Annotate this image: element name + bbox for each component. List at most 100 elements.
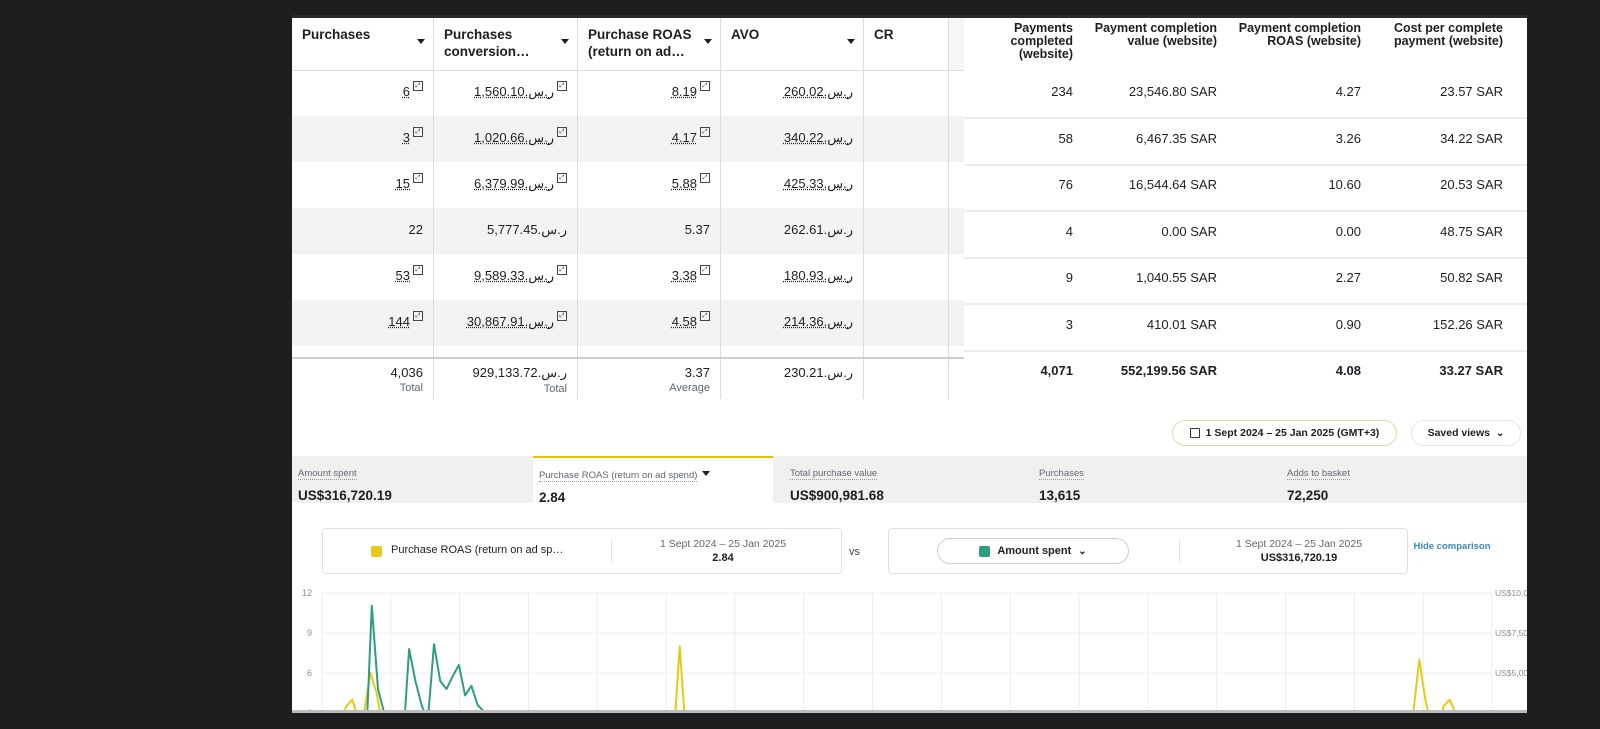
cell-avo: 214.36.ر.س bbox=[721, 300, 864, 346]
drilldown-icon[interactable]: ⤢ bbox=[700, 81, 710, 91]
cell-purchases: 3 ⤢ bbox=[292, 116, 434, 162]
sort-caret-icon[interactable] bbox=[417, 39, 425, 44]
header-payment-completion-value[interactable]: Payment completion value (website) bbox=[1087, 22, 1217, 48]
drilldown-icon[interactable]: ⤢ bbox=[700, 173, 710, 183]
metric-value: US$900,981.68 bbox=[790, 488, 884, 503]
table-row[interactable]: 15 ⤢ 6,379.99.ر.س ⤢ 5.88 ⤢ 425.33.ر.س bbox=[292, 162, 964, 208]
cell-value[interactable]: 8.19 bbox=[672, 84, 697, 99]
metric-total-purchase-value[interactable]: Total purchase value US$900,981.68 bbox=[784, 456, 1024, 503]
cell-value[interactable]: 15 bbox=[396, 176, 410, 191]
cell-value: 2.27 bbox=[1335, 270, 1361, 285]
cell-value: 0.90 bbox=[1335, 316, 1361, 332]
table-row[interactable]: 9 1,040.55 SAR 2.27 50.82 SAR bbox=[964, 256, 1527, 305]
table-row[interactable]: 4 0.00 SAR 0.00 48.75 SAR bbox=[964, 210, 1527, 259]
cell-value[interactable]: 260.02.ر.س bbox=[784, 84, 853, 99]
table-row[interactable]: 76 16,544.64 SAR 10.60 20.53 SAR bbox=[964, 163, 1527, 212]
drilldown-icon[interactable]: ⤢ bbox=[700, 265, 710, 275]
header-payments-completed[interactable]: Payments completed (website) bbox=[978, 22, 1073, 61]
cell-value[interactable]: 1,020.66.ر.س bbox=[474, 130, 554, 145]
drilldown-icon[interactable]: ⤢ bbox=[557, 81, 567, 91]
drilldown-icon[interactable]: ⤢ bbox=[700, 311, 710, 321]
cell-value[interactable]: 6,379.99.ر.س bbox=[474, 176, 554, 191]
right-axis-tick: US$7,500.0 bbox=[1495, 628, 1527, 638]
cell-value: 23,546.80 SAR bbox=[1128, 84, 1217, 99]
saved-views-button[interactable]: Saved views ⌄ bbox=[1411, 420, 1521, 446]
hide-comparison-link[interactable]: Hide comparison bbox=[1412, 542, 1492, 552]
metric-value: 13,615 bbox=[1039, 488, 1081, 503]
header-payment-completion-roas[interactable]: Payment completion ROAS (website) bbox=[1231, 22, 1361, 48]
drilldown-icon[interactable]: ⤢ bbox=[413, 81, 423, 91]
metric-adds-to-basket[interactable]: Adds to basket 72,250 bbox=[1281, 456, 1521, 503]
table-row[interactable]: 6 ⤢ 1,560.10.ر.س ⤢ 8.19 ⤢ 260.02.ر.س bbox=[292, 70, 964, 116]
table-row[interactable]: 144 ⤢ 30,867.91.ر.س ⤢ 4.58 ⤢ 214.36.ر.س bbox=[292, 300, 964, 346]
table-row[interactable]: 3 410.01 SAR 0.90 152.26 SAR bbox=[964, 303, 1527, 352]
metric-label: Adds to basket bbox=[1287, 468, 1350, 480]
cell-value[interactable]: 180.93.ر.س bbox=[784, 268, 853, 283]
cell-value[interactable]: 425.33.ر.س bbox=[784, 176, 853, 191]
drilldown-icon[interactable]: ⤢ bbox=[413, 173, 423, 183]
cell-value[interactable]: 53 bbox=[396, 268, 410, 283]
sort-caret-icon[interactable] bbox=[704, 39, 712, 44]
chevron-down-icon: ⌄ bbox=[1078, 545, 1087, 557]
totals-row: 4,071 552,199.56 SAR 4.08 33.27 SAR bbox=[964, 349, 1527, 396]
metrics-strip: Amount spent US$316,720.19 Purchase ROAS… bbox=[292, 456, 1527, 505]
drilldown-icon[interactable]: ⤢ bbox=[557, 311, 567, 321]
drilldown-icon[interactable]: ⤢ bbox=[557, 127, 567, 137]
cell-value[interactable]: 3.38 bbox=[672, 268, 697, 283]
comparison-left-period: 1 Sept 2024 – 25 Jan 2025 2.84 bbox=[653, 538, 793, 564]
metric-purchase-roas[interactable]: Purchase ROAS (return on ad spend) 2.84 bbox=[533, 456, 773, 505]
cell-value[interactable]: 5.88 bbox=[672, 176, 697, 191]
drilldown-icon[interactable]: ⤢ bbox=[413, 265, 423, 275]
table-row[interactable]: 22 5,777.45.ر.س 5.37 262.61.ر.س bbox=[292, 208, 964, 254]
column-label: CR bbox=[874, 27, 894, 42]
metric-label: Purchase ROAS (return on ad spend) bbox=[539, 470, 698, 482]
cell-value: 4.08 bbox=[1335, 363, 1361, 378]
drilldown-icon[interactable]: ⤢ bbox=[413, 311, 423, 321]
amount-spent-selector[interactable]: Amount spent ⌄ bbox=[937, 538, 1129, 564]
dropdown-caret-icon[interactable] bbox=[702, 471, 711, 477]
drilldown-icon[interactable]: ⤢ bbox=[700, 127, 710, 137]
cell-value[interactable]: 1,560.10.ر.س bbox=[474, 84, 554, 99]
cell-value[interactable]: 340.22.ر.س bbox=[784, 130, 853, 145]
cell-value[interactable]: 4.17 bbox=[672, 130, 697, 145]
cell-value[interactable]: 6 bbox=[403, 84, 410, 99]
selector-label: Amount spent bbox=[997, 545, 1072, 557]
cell-value[interactable]: 144 bbox=[388, 314, 410, 329]
cell-purchases: 144 ⤢ bbox=[292, 300, 434, 346]
cell-value[interactable]: 9,589.33.ر.س bbox=[474, 268, 554, 283]
cell-value[interactable]: 3 bbox=[403, 130, 410, 145]
vs-label: vs bbox=[849, 546, 860, 558]
date-range-button[interactable]: 1 Sept 2024 – 25 Jan 2025 (GMT+3) bbox=[1172, 420, 1397, 446]
cell-value[interactable]: 4.58 bbox=[672, 314, 697, 329]
cell-value: 76 bbox=[1058, 177, 1073, 192]
bottom-edge bbox=[292, 710, 1527, 713]
column-header-roas[interactable]: Purchase ROAS (return on ad… bbox=[578, 18, 721, 70]
cell-value[interactable]: 214.36.ر.س bbox=[784, 314, 853, 329]
table-row[interactable]: 53 ⤢ 9,589.33.ر.س ⤢ 3.38 ⤢ 180.93.ر.س bbox=[292, 254, 964, 300]
total-sub-label: Total bbox=[399, 382, 423, 394]
metric-amount-spent[interactable]: Amount spent US$316,720.19 bbox=[292, 456, 533, 503]
drilldown-icon[interactable]: ⤢ bbox=[557, 173, 567, 183]
card-divider bbox=[611, 539, 612, 563]
table-row[interactable]: 234 23,546.80 SAR 4.27 23.57 SAR bbox=[964, 70, 1527, 119]
cell-cr bbox=[864, 162, 949, 208]
sort-caret-icon[interactable] bbox=[847, 39, 855, 44]
table-row[interactable]: 3 ⤢ 1,020.66.ر.س ⤢ 4.17 ⤢ 340.22.ر.س bbox=[292, 116, 964, 162]
cell-value[interactable]: 30,867.91.ر.س bbox=[467, 314, 554, 329]
cell-value: 22 bbox=[408, 222, 423, 237]
comparison-left-metric: Purchase ROAS (return on ad sp… bbox=[391, 544, 564, 556]
drilldown-icon[interactable]: ⤢ bbox=[557, 265, 567, 275]
table-row[interactable]: 58 6,467.35 SAR 3.26 34.22 SAR bbox=[964, 117, 1527, 166]
comparison-left-card[interactable]: Purchase ROAS (return on ad sp… 1 Sept 2… bbox=[322, 528, 842, 574]
column-header-cr[interactable]: CR bbox=[864, 18, 949, 70]
column-header-avo[interactable]: AVO bbox=[721, 18, 864, 70]
sort-caret-icon[interactable] bbox=[561, 39, 569, 44]
header-cost-per-payment[interactable]: Cost per complete payment (website) bbox=[1373, 22, 1503, 48]
metric-purchases[interactable]: Purchases 13,615 bbox=[1033, 456, 1273, 503]
drilldown-icon[interactable]: ⤢ bbox=[413, 127, 423, 137]
cell-roas: 5.88 ⤢ bbox=[578, 162, 721, 208]
total-cr bbox=[864, 359, 949, 399]
column-header-conversion[interactable]: Purchases conversion… bbox=[434, 18, 578, 70]
column-header-purchases[interactable]: Purchases bbox=[292, 18, 434, 70]
cell-value: 262.61.ر.س bbox=[783, 222, 853, 237]
